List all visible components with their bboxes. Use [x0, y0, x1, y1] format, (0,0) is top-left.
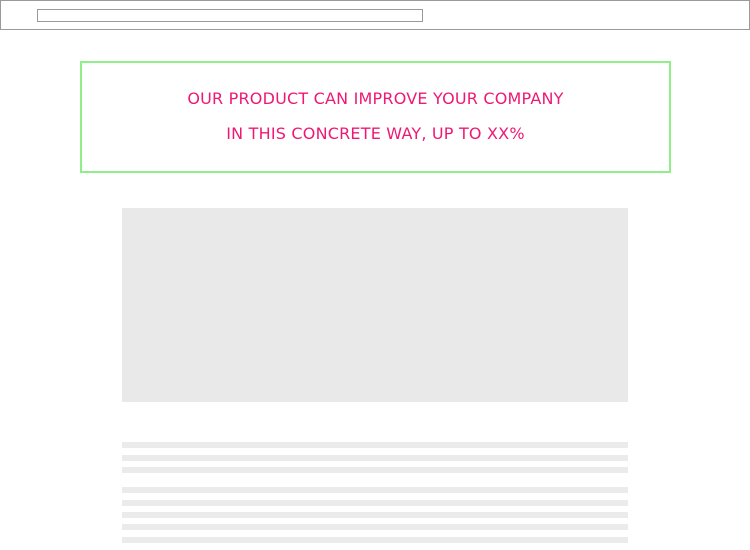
headline-line-1: OUR PRODUCT CAN IMPROVE YOUR COMPANY — [187, 89, 564, 108]
headline-callout: OUR PRODUCT CAN IMPROVE YOUR COMPANY IN … — [80, 61, 671, 173]
browser-toolbar — [0, 0, 750, 30]
text-placeholder-line — [122, 524, 628, 530]
image-placeholder — [122, 208, 628, 402]
headline-line-2: IN THIS CONCRETE WAY, UP TO XX% — [226, 124, 525, 143]
text-placeholder-line — [122, 500, 628, 506]
text-placeholder-line — [122, 467, 628, 473]
text-placeholder-line — [122, 455, 628, 461]
text-placeholder-line — [122, 537, 628, 543]
text-placeholder-line — [122, 512, 628, 518]
address-bar[interactable] — [37, 9, 423, 22]
text-placeholder-line — [122, 442, 628, 448]
text-placeholder-line — [122, 487, 628, 493]
